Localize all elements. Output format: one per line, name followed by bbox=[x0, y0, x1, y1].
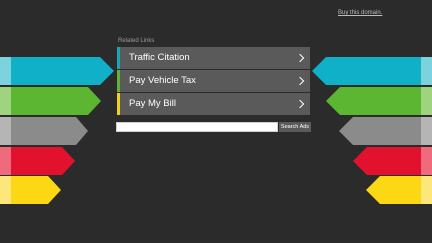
related-link-label: Traffic Citation bbox=[129, 52, 190, 63]
related-links-heading: Related Links bbox=[118, 38, 155, 44]
related-link-pay-my-bill[interactable]: Pay My Bill bbox=[117, 93, 310, 115]
parked-domain-page: Buy this domain. Related Links Traffic C… bbox=[0, 0, 432, 243]
search-input[interactable] bbox=[116, 122, 278, 132]
right-arrow-gray bbox=[339, 117, 432, 145]
left-edge-green bbox=[0, 87, 11, 115]
link-accent-bar bbox=[117, 70, 120, 92]
right-edge-teal bbox=[421, 57, 432, 85]
link-accent-bar bbox=[117, 93, 120, 115]
left-arrow-green bbox=[0, 87, 101, 115]
right-arrow-green bbox=[326, 87, 432, 115]
related-link-traffic-citation[interactable]: Traffic Citation bbox=[117, 47, 310, 69]
left-arrow-gray bbox=[0, 117, 88, 145]
chevron-right-icon bbox=[295, 76, 305, 86]
left-edge-teal bbox=[0, 57, 11, 85]
related-link-label: Pay Vehicle Tax bbox=[129, 75, 196, 86]
right-arrow-red bbox=[353, 147, 432, 175]
chevron-right-icon bbox=[295, 53, 305, 63]
right-edge-green bbox=[421, 87, 432, 115]
left-arrow-teal bbox=[0, 57, 114, 85]
right-edge-yellow bbox=[421, 176, 432, 204]
left-edge-gray bbox=[0, 117, 11, 145]
left-edge-yellow bbox=[0, 176, 11, 204]
right-arrow-teal bbox=[312, 57, 432, 85]
right-edge-red bbox=[421, 147, 432, 175]
related-link-pay-vehicle-tax[interactable]: Pay Vehicle Tax bbox=[117, 70, 310, 92]
buy-domain-link[interactable]: Buy this domain. bbox=[338, 10, 382, 16]
chevron-right-icon bbox=[295, 99, 305, 109]
related-link-label: Pay My Bill bbox=[129, 98, 176, 109]
left-edge-red bbox=[0, 147, 11, 175]
link-accent-bar bbox=[117, 47, 120, 69]
left-arrow-red bbox=[0, 147, 75, 175]
right-edge-gray bbox=[421, 117, 432, 145]
search-ads-button[interactable]: Search Ads bbox=[279, 122, 311, 132]
